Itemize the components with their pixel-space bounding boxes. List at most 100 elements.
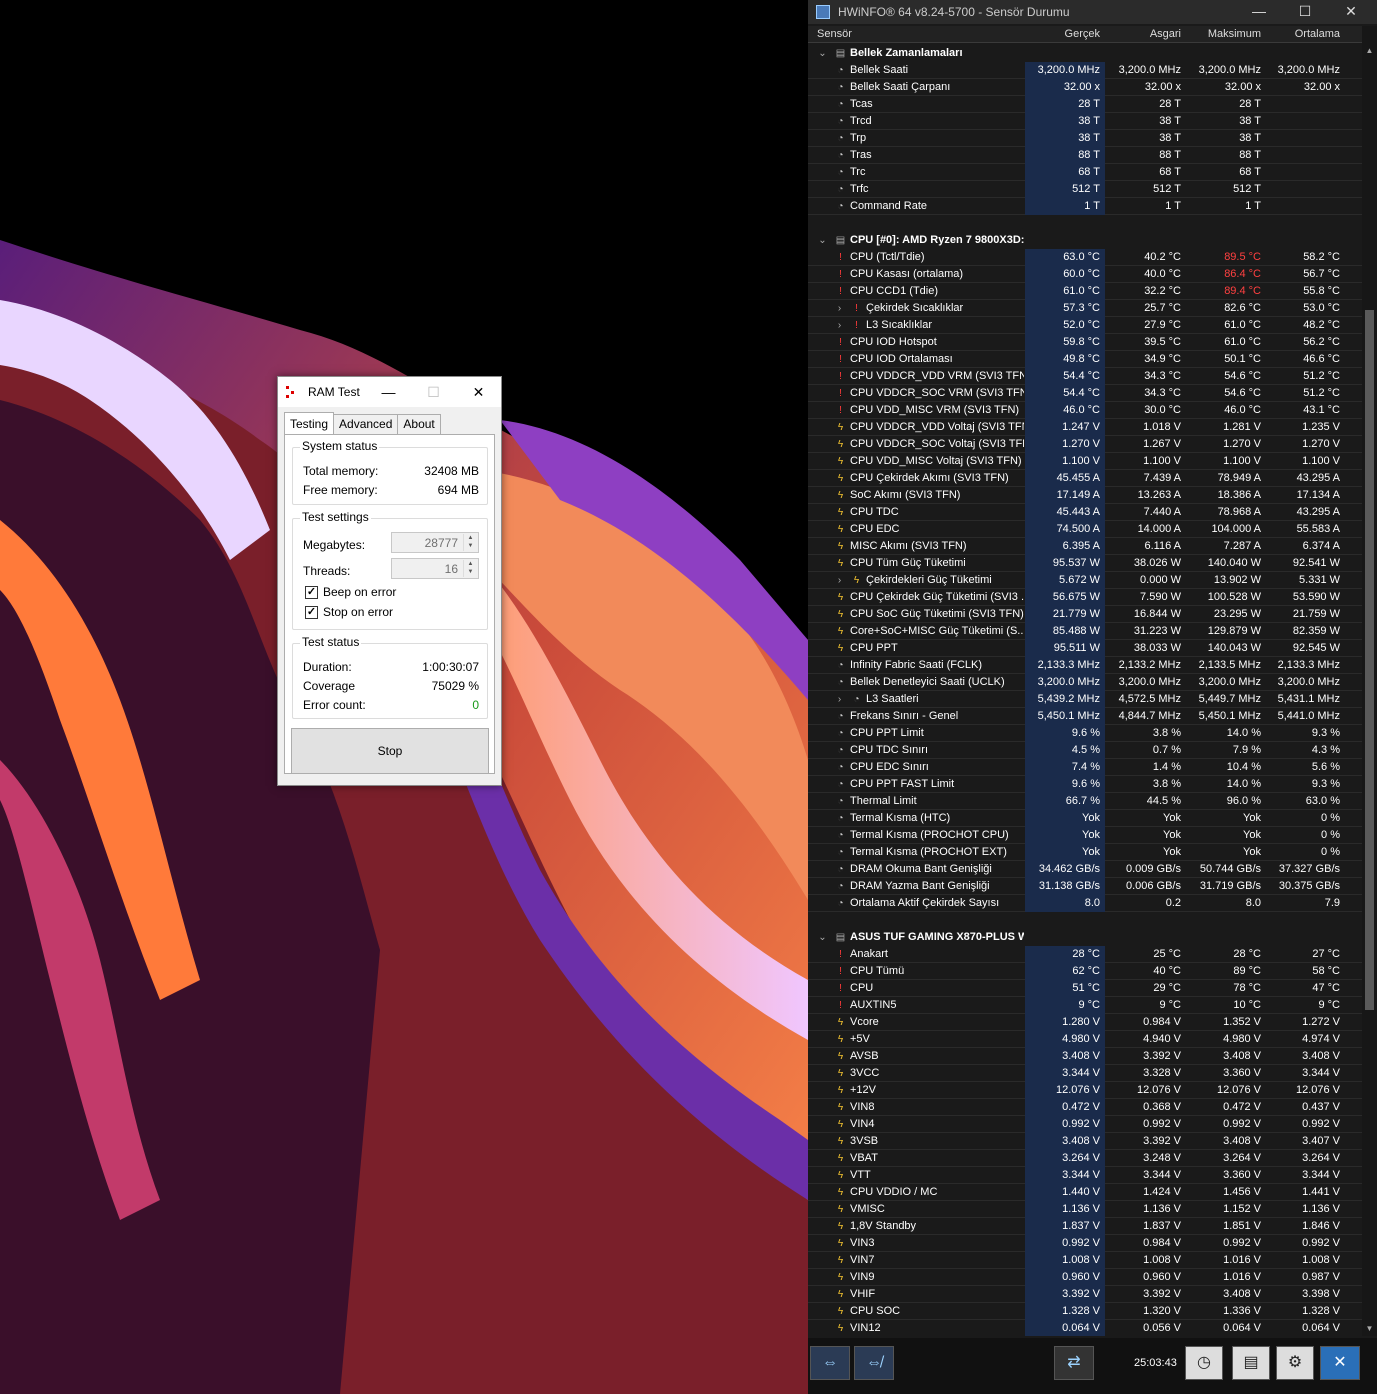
tab-testing[interactable]: Testing <box>284 412 335 434</box>
sensor-group-header[interactable]: ⌄ ▤ Bellek Zamanlamaları <box>808 45 1362 62</box>
sensor-row[interactable]: ϟ VIN3 0.992 V 0.984 V 0.992 V 0.992 V <box>808 1235 1362 1252</box>
sensor-row[interactable]: ϟ AVSB 3.408 V 3.392 V 3.408 V 3.408 V <box>808 1048 1362 1065</box>
scroll-thumb[interactable] <box>1365 310 1374 1010</box>
sensor-row[interactable]: ›! Çekirdek Sıcaklıklar 57.3 °C 25.7 °C 82.6… <box>808 300 1362 317</box>
sensor-row[interactable]: ◔ Ortalama Aktif Çekirdek Sayısı 8.0 0.2 8.0… <box>808 895 1362 912</box>
sensor-row[interactable]: ϟ SoC Akımı (SVI3 TFN) 17.149 A 13.263 A 18.… <box>808 487 1362 504</box>
megabytes-input[interactable]: 28777 ▲ ▼ <box>391 532 479 553</box>
sensor-row[interactable]: ◔ Tras 88 T 88 T 88 T <box>808 147 1362 164</box>
sensor-row[interactable]: ϟ VTT 3.344 V 3.344 V 3.360 V 3.344 V <box>808 1167 1362 1184</box>
sensor-row[interactable]: ! CPU IOD Ortalaması 49.8 °C 34.9 °C 50.1 °C… <box>808 351 1362 368</box>
sensor-row[interactable]: ϟ CPU SOC 1.328 V 1.320 V 1.336 V 1.328 V <box>808 1303 1362 1320</box>
sensor-row[interactable]: ◔ Thermal Limit 66.7 % 44.5 % 96.0 % 63.0 % <box>808 793 1362 810</box>
sensor-row[interactable]: ϟ CPU Tüm Güç Tüketimi 95.537 W 38.026 W 140… <box>808 555 1362 572</box>
sensor-row[interactable]: ! CPU IOD Hotspot 59.8 °C 39.5 °C 61.0 °C 56.… <box>808 334 1362 351</box>
sensor-row[interactable]: ◔ Bellek Denetleyici Saati (UCLK) 3,200.0 … <box>808 674 1362 691</box>
sensor-row[interactable]: ◔ Trfc 512 T 512 T 512 T <box>808 181 1362 198</box>
scroll-down-icon[interactable]: ▼ <box>1362 1324 1377 1333</box>
sensor-row[interactable]: ! CPU VDD_MISC VRM (SVI3 TFN) 46.0 °C 30.0 … <box>808 402 1362 419</box>
sensor-row[interactable]: ◔ Termal Kısma (PROCHOT CPU) Yok Yok Yok 0 % <box>808 827 1362 844</box>
sensor-row[interactable]: ϟ VIN4 0.992 V 0.992 V 0.992 V 0.992 V <box>808 1116 1362 1133</box>
maximize-button[interactable]: ☐ <box>1282 0 1328 24</box>
sensor-row[interactable]: ϟ MISC Akımı (SVI3 TFN) 6.395 A 6.116 A 7.28… <box>808 538 1362 555</box>
sensor-row[interactable]: ϟ VIN9 0.960 V 0.960 V 1.016 V 0.987 V <box>808 1269 1362 1286</box>
sensor-row[interactable]: ϟ +5V 4.980 V 4.940 V 4.980 V 4.974 V <box>808 1031 1362 1048</box>
sensor-row[interactable]: ϟ CPU Çekirdek Güç Tüketimi (SVI3 ... 56.6… <box>808 589 1362 606</box>
col-avg[interactable]: Ortalama <box>1295 28 1340 40</box>
close-button[interactable]: ✕ <box>456 377 501 407</box>
col-max[interactable]: Maksimum <box>1208 28 1261 40</box>
sensor-row[interactable]: ϟ 1,8V Standby 1.837 V 1.837 V 1.851 V 1.846 … <box>808 1218 1362 1235</box>
navigate-arrows-icon[interactable]: ⇔ <box>810 1346 850 1380</box>
col-min[interactable]: Asgari <box>1150 28 1181 40</box>
collapse-arrows-icon[interactable]: ⇎ <box>854 1346 894 1380</box>
sensor-row[interactable]: ϟ VHIF 3.392 V 3.392 V 3.408 V 3.398 V <box>808 1286 1362 1303</box>
sensor-row[interactable]: ϟ Vcore 1.280 V 0.984 V 1.352 V 1.272 V <box>808 1014 1362 1031</box>
sensor-row[interactable]: ϟ CPU Çekirdek Akımı (SVI3 TFN) 45.455 A 7.… <box>808 470 1362 487</box>
hwinfo-titlebar[interactable]: HWiNFO® 64 v8.24-5700 - Sensör Durumu — … <box>808 0 1377 24</box>
sensor-row[interactable]: ! CPU VDDCR_SOC VRM (SVI3 TFN) 54.4 °C 34.3… <box>808 385 1362 402</box>
sensor-row[interactable]: ϟ VIN8 0.472 V 0.368 V 0.472 V 0.437 V <box>808 1099 1362 1116</box>
close-button[interactable]: ✕ <box>1328 0 1374 24</box>
sensor-group-header[interactable]: ⌄▤CPU [#0]: AMD Ryzen 7 9800X3D: Enhance… <box>808 232 1362 249</box>
checkbox-checked-icon[interactable]: ✓ <box>305 605 318 619</box>
vertical-scrollbar[interactable]: ▲ ▼ <box>1362 26 1377 1336</box>
stop-on-error-checkbox[interactable]: ✓ Stop on error <box>305 605 393 619</box>
sensor-row[interactable]: ϟ CPU SoC Güç Tüketimi (SVI3 TFN) 21.779 W… <box>808 606 1362 623</box>
sensor-row[interactable]: ! CPU CCD1 (Tdie) 61.0 °C 32.2 °C 89.4 °C 55.… <box>808 283 1362 300</box>
sensor-row[interactable]: ◔ Command Rate 1 T1 T1 T <box>808 198 1362 215</box>
sensor-row[interactable]: ◔ Termal Kısma (PROCHOT EXT) Yok Yok Yok 0 % <box>808 844 1362 861</box>
sensor-row[interactable]: ›! L3 Sıcaklıklar 52.0 °C 27.9 °C 61.0 °C 48.… <box>808 317 1362 334</box>
sensor-row[interactable]: ◔ Tcas 28 T 28 T 28 T <box>808 96 1362 113</box>
minimize-button[interactable]: — <box>366 377 411 407</box>
sensor-row[interactable]: ◔ Infinity Fabric Saati (FCLK) 2,133.3 MHz… <box>808 657 1362 674</box>
scroll-up-icon[interactable]: ▲ <box>1362 46 1377 55</box>
sensor-row[interactable]: ◔ Frekans Sınırı - Genel 5,450.1 MHz 4,844.… <box>808 708 1362 725</box>
spin-arrows-icon[interactable]: ▲ ▼ <box>463 534 477 551</box>
network-icon[interactable]: ⇄ <box>1054 1346 1094 1380</box>
sensor-row[interactable]: ! Anakart 28 °C 25 °C 28 °C 27 °C <box>808 946 1362 963</box>
sensor-row[interactable]: ! CPU 51 °C 29 °C 78 °C 47 °C <box>808 980 1362 997</box>
sensor-row[interactable]: ϟ +12V 12.076 V 12.076 V 12.076 V 12.076 V <box>808 1082 1362 1099</box>
sensor-row[interactable]: ϟ 3VSB 3.408 V 3.392 V 3.408 V 3.407 V <box>808 1133 1362 1150</box>
sensor-row[interactable]: ϟ CPU VDD_MISC Voltaj (SVI3 TFN) 1.100 V 1.… <box>808 453 1362 470</box>
sensor-row[interactable]: ◔ Bellek Saati Çarpanı 32.00 x 32.00 x 32.00… <box>808 79 1362 96</box>
sensor-row[interactable]: ◔ CPU PPT FAST Limit 9.6 % 3.8 % 14.0 % 9.3 % <box>808 776 1362 793</box>
checkbox-checked-icon[interactable]: ✓ <box>305 585 318 599</box>
sensor-row[interactable]: ϟ 3VCC 3.344 V 3.328 V 3.360 V 3.344 V <box>808 1065 1362 1082</box>
sensor-row[interactable]: ϟ CPU VDDCR_VDD Voltaj (SVI3 TFN) 1.247 V1… <box>808 419 1362 436</box>
sensor-row[interactable]: ◔ Trcd 38 T 38 T 38 T <box>808 113 1362 130</box>
sensor-row[interactable]: ◔ CPU EDC Sınırı 7.4 % 1.4 % 10.4 % 5.6 % <box>808 759 1362 776</box>
sensor-row[interactable]: ϟ CPU VDDCR_SOC Voltaj (SVI3 TFN) 1.270 V1… <box>808 436 1362 453</box>
sensor-row[interactable]: › ϟ Çekirdekleri Güç Tüketimi 5.672 W 0.000 … <box>808 572 1362 589</box>
beep-on-error-checkbox[interactable]: ✓ Beep on error <box>305 585 396 599</box>
sensor-row[interactable]: ◔ Bellek Saati 3,200.0 MHz 3,200.0 MHz 3,200… <box>808 62 1362 79</box>
ramtest-titlebar[interactable]: RAM Test — ☐ ✕ <box>278 377 501 407</box>
sensor-row[interactable]: › ◔ L3 Saatleri 5,439.2 MHz 4,572.5 MHz 5,449… <box>808 691 1362 708</box>
sensor-row[interactable]: ϟ CPU EDC 74.500 A 14.000 A 104.000 A 55.583 … <box>808 521 1362 538</box>
minimize-button[interactable]: — <box>1236 0 1282 24</box>
sensor-row[interactable]: ϟ VBAT 3.264 V 3.248 V 3.264 V 3.264 V <box>808 1150 1362 1167</box>
sensor-group-header[interactable]: ⌄▤ASUS TUF GAMING X870-PLUS WIFI (Nuvoto… <box>808 929 1362 946</box>
sensor-row[interactable]: ϟ CPU VDDIO / MC 1.440 V 1.424 V 1.456 V 1.44… <box>808 1184 1362 1201</box>
col-sensor[interactable]: Sensör <box>817 28 852 40</box>
sensor-row[interactable]: ! CPU (Tctl/Tdie) 63.0 °C 40.2 °C 89.5 °C 58.… <box>808 249 1362 266</box>
sensor-row[interactable]: ◔ DRAM Yazma Bant Genişliği 31.138 GB/s 0.0… <box>808 878 1362 895</box>
sensor-row[interactable]: ! CPU Tümü 62 °C 40 °C 89 °C 58 °C <box>808 963 1362 980</box>
sensor-row[interactable]: ◔ CPU PPT Limit 9.6 % 3.8 % 14.0 % 9.3 % <box>808 725 1362 742</box>
tab-advanced[interactable]: Advanced <box>333 414 399 434</box>
sensor-row[interactable]: ϟ Core+SoC+MISC Güç Tüketimi (S... 85.488 … <box>808 623 1362 640</box>
sensor-row[interactable]: ◔ Termal Kısma (HTC) Yok Yok Yok 0 % <box>808 810 1362 827</box>
sensor-row[interactable]: ◔ Trp 38 T 38 T 38 T <box>808 130 1362 147</box>
sensor-row[interactable]: ϟ VIN7 1.008 V 1.008 V 1.016 V 1.008 V <box>808 1252 1362 1269</box>
tab-about[interactable]: About <box>397 414 441 434</box>
col-current[interactable]: Gerçek <box>1065 28 1100 40</box>
sensor-row[interactable]: ϟ VMISC 1.136 V 1.136 V 1.152 V 1.136 V <box>808 1201 1362 1218</box>
settings-gear-icon[interactable]: ⚙ <box>1276 1346 1314 1380</box>
clock-icon[interactable]: ◷ <box>1185 1346 1223 1380</box>
sensor-row[interactable]: ◔ DRAM Okuma Bant Genişliği 34.462 GB/s 0.0… <box>808 861 1362 878</box>
sensor-row[interactable]: ◔ CPU TDC Sınırı 4.5 % 0.7 % 7.9 % 4.3 % <box>808 742 1362 759</box>
sensor-row[interactable]: ϟ CPU TDC 45.443 A 7.440 A 78.968 A 43.295 A <box>808 504 1362 521</box>
sensor-row[interactable]: ◔ Trc 68 T 68 T 68 T <box>808 164 1362 181</box>
stop-button[interactable]: Stop <box>291 728 489 774</box>
